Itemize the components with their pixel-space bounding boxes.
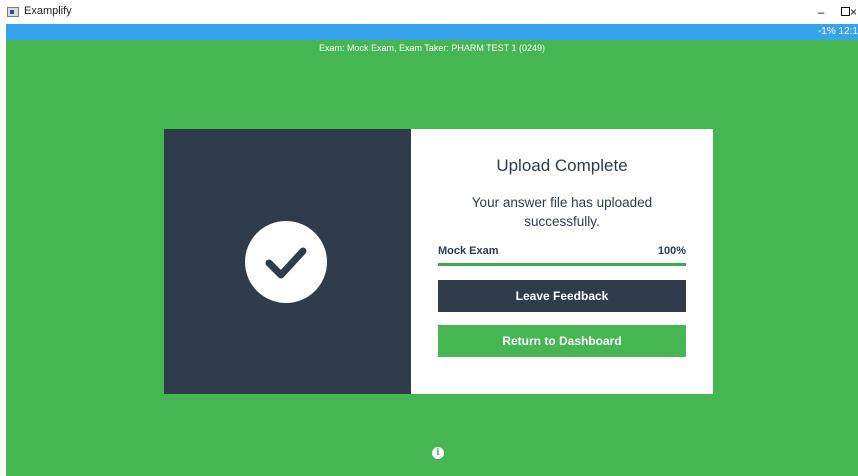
leave-feedback-button[interactable]: Leave Feedback	[438, 280, 686, 312]
status-battery-clock: -1% 12:1	[817, 26, 858, 37]
close-button[interactable]: ×	[850, 0, 858, 24]
minimize-button[interactable]: –	[808, 0, 834, 24]
card-content-panel: Upload Complete Your answer file has upl…	[411, 129, 713, 394]
progress-percent: 100%	[657, 245, 686, 257]
window-title: Examplify	[24, 5, 72, 17]
card-status-panel	[164, 129, 411, 394]
maximize-icon	[840, 7, 850, 16]
upload-complete-card: Upload Complete Your answer file has upl…	[164, 129, 713, 394]
exam-stage: Exam: Mock Exam, Exam Taker: PHARM TEST …	[6, 40, 858, 476]
upload-title: Upload Complete	[496, 156, 628, 175]
exam-header: Exam: Mock Exam, Exam Taker: PHARM TEST …	[318, 43, 546, 53]
info-icon[interactable]: i	[432, 447, 444, 459]
return-to-dashboard-button[interactable]: Return to Dashboard	[438, 325, 686, 357]
examplify-app-icon	[7, 7, 19, 17]
checkmark-icon	[245, 221, 327, 303]
progress-exam-label: Mock Exam	[438, 245, 499, 257]
upload-progress-bar	[438, 263, 686, 266]
upload-progress-fill	[438, 263, 686, 266]
status-bar: -1% 12:1	[6, 24, 858, 40]
window-titlebar: Examplify – ×	[0, 0, 858, 24]
upload-message: Your answer file has uploaded successful…	[471, 195, 653, 229]
